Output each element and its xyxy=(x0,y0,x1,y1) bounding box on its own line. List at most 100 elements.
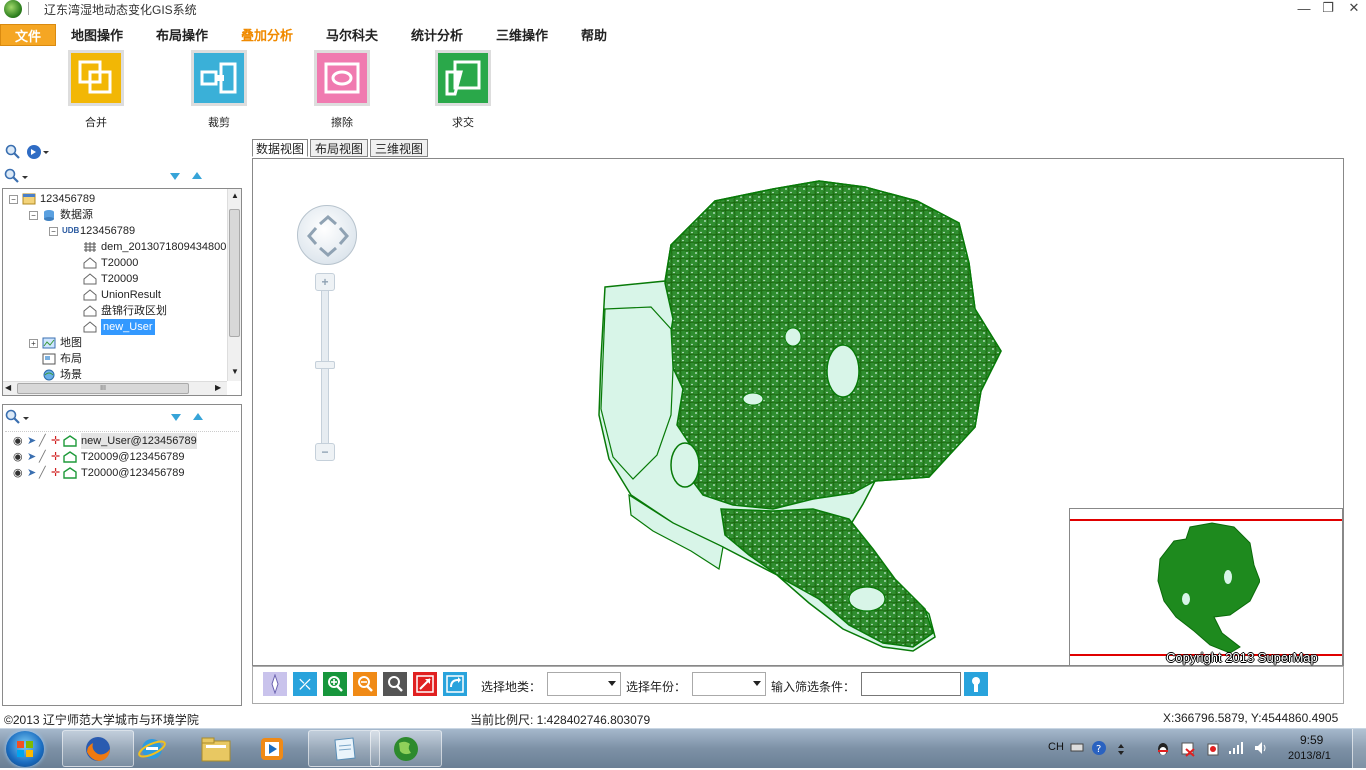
network-x-icon[interactable] xyxy=(1180,741,1196,757)
tree-dataset-t20009[interactable]: T20009 xyxy=(83,271,138,287)
scroll-up-icon[interactable]: ▲ xyxy=(231,191,239,200)
taskbar-media-player[interactable] xyxy=(236,730,308,767)
clip-button[interactable]: 裁剪 xyxy=(189,50,249,129)
layer-search-icon[interactable] xyxy=(5,408,31,426)
zoom-free-tool-icon[interactable] xyxy=(383,672,407,696)
full-extent-tool-icon[interactable] xyxy=(413,672,437,696)
tree-root[interactable]: − 123456789 xyxy=(9,191,95,207)
erase-button[interactable]: 擦除 xyxy=(312,50,372,129)
layer-name: T20000@123456789 xyxy=(81,467,185,479)
tree-maps[interactable]: + 地图 xyxy=(29,335,82,351)
selectable-cursor-icon[interactable]: ➤ xyxy=(27,449,39,465)
tree-vertical-scrollbar[interactable]: ▲ ▼ xyxy=(227,189,241,381)
land-type-select[interactable] xyxy=(547,672,621,696)
editable-pencil-icon[interactable]: ╱ xyxy=(39,449,51,465)
expand-icon[interactable]: + xyxy=(29,338,38,348)
move-down-icon[interactable] xyxy=(166,167,184,185)
minimize-icon[interactable]: — xyxy=(1294,0,1314,16)
move-up-icon[interactable] xyxy=(188,167,206,185)
snap-crosshair-icon[interactable]: ✛ xyxy=(51,465,63,481)
keyboard-icon[interactable] xyxy=(1070,741,1086,755)
editable-pencil-icon[interactable]: ╱ xyxy=(39,465,51,481)
north-arrow-icon[interactable] xyxy=(263,672,287,696)
visible-eye-icon[interactable]: ◉ xyxy=(13,449,27,465)
visible-eye-icon[interactable]: ◉ xyxy=(13,433,27,449)
intersect-button[interactable]: 求交 xyxy=(433,50,493,129)
tree-dataset-new-user[interactable]: new_User xyxy=(83,319,155,335)
show-desktop-button[interactable] xyxy=(1352,729,1366,769)
refresh-tool-icon[interactable] xyxy=(443,672,467,696)
selectable-cursor-icon[interactable]: ➤ xyxy=(27,433,39,449)
overview-map[interactable] xyxy=(1069,508,1343,666)
filter-label: 输入筛选条件： xyxy=(771,680,856,694)
navigate-forward-icon[interactable] xyxy=(26,143,50,161)
close-icon[interactable]: ✕ xyxy=(1344,0,1364,16)
tab-layout-view[interactable]: 布局视图 xyxy=(310,139,368,157)
tray-menu-icon[interactable] xyxy=(1116,741,1132,755)
collapse-icon[interactable]: − xyxy=(49,226,58,236)
tree-dataset-t20000[interactable]: T20000 xyxy=(83,255,138,271)
editable-pencil-icon[interactable]: ╱ xyxy=(39,433,51,449)
tree-datasource[interactable]: − UDB 123456789 xyxy=(49,223,135,239)
taskbar-ie[interactable] xyxy=(116,730,188,767)
status-coordinates: X:366796.5879, Y:4544860.4905 xyxy=(1163,711,1339,725)
hscroll-thumb[interactable]: III xyxy=(17,383,189,394)
tree-search-icon[interactable] xyxy=(4,167,30,185)
scroll-right-icon[interactable]: ▶ xyxy=(215,383,221,392)
zoom-in-tool-icon[interactable] xyxy=(323,672,347,696)
layer-row-t20009[interactable]: ◉ ➤ ╱ ✛ T20009@123456789 xyxy=(13,449,185,465)
snap-crosshair-icon[interactable]: ✛ xyxy=(51,449,63,465)
pan-tool-icon[interactable]: ⤫ xyxy=(293,672,317,696)
taskbar-gis-app[interactable] xyxy=(370,730,442,767)
qq-icon[interactable] xyxy=(1155,741,1171,755)
tab-statistics[interactable]: 统计分析 xyxy=(411,25,463,44)
start-button[interactable] xyxy=(6,731,44,767)
signal-icon[interactable] xyxy=(1228,741,1244,755)
tree-dataset-admin[interactable]: 盘锦行政区划 xyxy=(83,303,167,319)
tree-datasources[interactable]: − 数据源 xyxy=(29,207,93,223)
zoom-out-tool-icon[interactable] xyxy=(353,672,377,696)
tab-data-view[interactable]: 数据视图 xyxy=(252,139,308,157)
erase-label: 擦除 xyxy=(331,117,353,129)
search-icon[interactable] xyxy=(4,143,22,161)
layer-row-t20000[interactable]: ◉ ➤ ╱ ✛ T20000@123456789 xyxy=(13,465,185,481)
help-icon[interactable]: ? xyxy=(1091,741,1107,755)
tree-horizontal-scrollbar[interactable]: ◀ III ▶ xyxy=(3,381,227,395)
region-layer-icon xyxy=(63,435,77,447)
snap-crosshair-icon[interactable]: ✛ xyxy=(51,433,63,449)
layer-row-new-user[interactable]: ◉ ➤ ╱ ✛ new_User@123456789 xyxy=(13,433,197,449)
scroll-down-icon[interactable]: ▼ xyxy=(231,367,239,376)
tab-3d-operations[interactable]: 三维操作 xyxy=(496,25,548,44)
scroll-thumb[interactable] xyxy=(229,209,240,337)
tab-map-operations[interactable]: 地图操作 xyxy=(71,25,123,44)
collapse-icon[interactable]: − xyxy=(9,194,18,204)
year-select[interactable] xyxy=(692,672,766,696)
tree-dataset-unionresult[interactable]: UnionResult xyxy=(83,287,161,303)
restore-icon[interactable]: ❐ xyxy=(1318,0,1338,16)
tree-dataset-dem[interactable]: dem_2013071809434800 xyxy=(83,239,226,255)
layer-move-down-icon[interactable] xyxy=(167,408,185,426)
selectable-cursor-icon[interactable]: ➤ xyxy=(27,465,39,481)
filter-input[interactable] xyxy=(861,672,961,696)
tree-layouts-label: 布局 xyxy=(60,353,82,365)
tab-markov[interactable]: 马尔科夫 xyxy=(326,25,378,44)
tree-layouts[interactable]: 布局 xyxy=(42,351,82,367)
query-execute-icon[interactable] xyxy=(964,672,988,696)
security-icon[interactable] xyxy=(1205,741,1221,756)
file-tab[interactable]: 文件 xyxy=(0,24,56,46)
collapse-icon[interactable]: − xyxy=(29,210,38,220)
tab-help[interactable]: 帮助 xyxy=(581,25,607,44)
union-button[interactable]: 合并 xyxy=(66,50,126,129)
tab-overlay-analysis[interactable]: 叠加分析 xyxy=(241,25,293,44)
input-language[interactable]: CH xyxy=(1048,741,1064,753)
clock-time[interactable]: 9:59 xyxy=(1300,733,1323,747)
scenes-icon xyxy=(43,369,55,381)
tab-3d-view[interactable]: 三维视图 xyxy=(370,139,428,157)
scroll-left-icon[interactable]: ◀ xyxy=(5,383,11,392)
lake-center xyxy=(742,392,764,406)
layer-move-up-icon[interactable] xyxy=(189,408,207,426)
tab-layout-operations[interactable]: 布局操作 xyxy=(156,25,208,44)
clock-date[interactable]: 2013/8/1 xyxy=(1288,750,1331,762)
volume-icon[interactable] xyxy=(1253,741,1269,755)
visible-eye-icon[interactable]: ◉ xyxy=(13,465,27,481)
